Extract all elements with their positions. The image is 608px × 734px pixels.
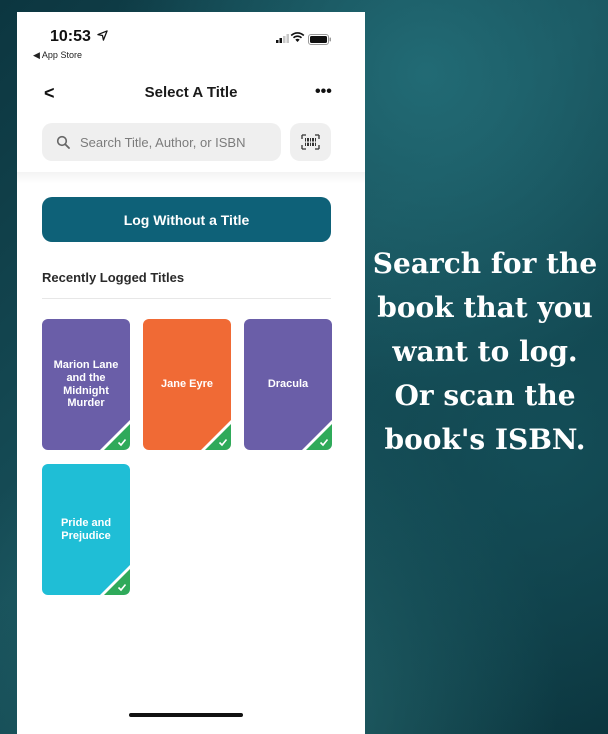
- caption-line: book's ISBN.: [384, 423, 586, 456]
- book-card-pride-and-prejudice[interactable]: Pride and Prejudice: [42, 464, 130, 595]
- barcode-scan-button[interactable]: [290, 123, 331, 161]
- instruction-caption: Search for the book that you want to log…: [362, 242, 608, 462]
- search-placeholder: Search Title, Author, or ISBN: [80, 134, 246, 150]
- signal-icon: [276, 34, 289, 43]
- header-divider: [17, 172, 365, 184]
- search-icon: [56, 135, 70, 149]
- search-input[interactable]: Search Title, Author, or ISBN: [42, 123, 281, 161]
- log-without-title-button[interactable]: Log Without a Title: [42, 197, 331, 242]
- battery-icon: [308, 34, 331, 45]
- book-title: Pride and Prejudice: [60, 516, 112, 542]
- location-arrow-icon: [97, 30, 108, 41]
- caption-line: Search for the: [372, 247, 598, 280]
- wifi-icon: [290, 32, 305, 42]
- book-card-marion-lane[interactable]: Marion Lane and the Midnight Murder: [42, 319, 130, 450]
- section-divider: [42, 298, 331, 299]
- caption-line: book that you: [377, 291, 593, 324]
- barcode-scan-icon: [301, 134, 320, 150]
- more-icon[interactable]: •••: [315, 83, 332, 101]
- check-icon: [117, 438, 127, 447]
- page-title: Select A Title: [144, 84, 238, 101]
- caption-line: want to log.: [392, 335, 578, 368]
- book-title: Marion Lane and the Midnight Murder: [53, 359, 119, 410]
- back-to-app-store[interactable]: ◀ App Store: [33, 50, 82, 61]
- recent-titles-heading: Recently Logged Titles: [42, 270, 185, 285]
- check-icon: [319, 438, 329, 447]
- status-time: 10:53: [50, 28, 91, 45]
- check-icon: [218, 438, 228, 447]
- check-icon: [117, 583, 127, 592]
- home-indicator: [129, 713, 243, 717]
- book-title: Jane Eyre: [161, 378, 213, 391]
- caption-line: Or scan the: [394, 379, 576, 412]
- book-title: Dracula: [267, 378, 309, 391]
- phone-screen: 10:53 ◀ App Store < Select A Title ••• S…: [17, 12, 365, 734]
- book-card-jane-eyre[interactable]: Jane Eyre: [143, 319, 231, 450]
- book-card-dracula[interactable]: Dracula: [244, 319, 332, 450]
